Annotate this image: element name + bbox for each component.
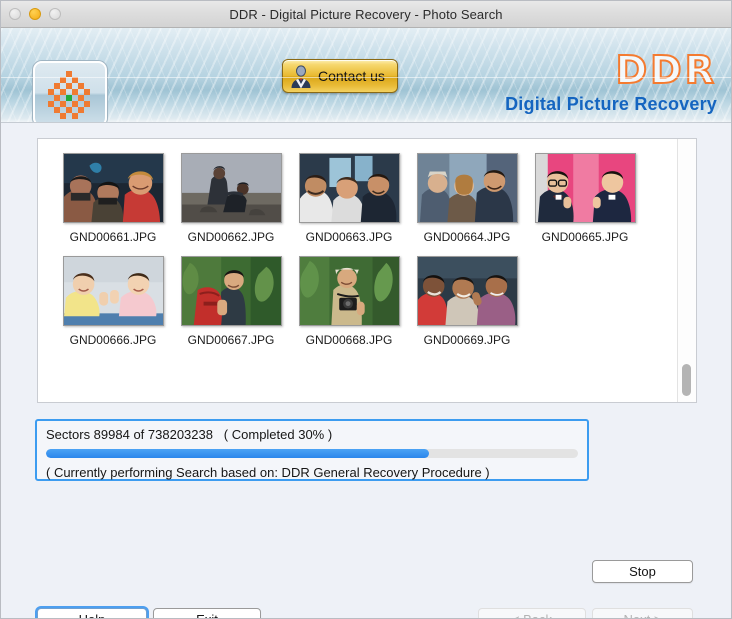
photo-filename: GND00668.JPG bbox=[305, 333, 393, 347]
photo-item[interactable]: GND00663.JPG bbox=[290, 153, 408, 244]
exit-button[interactable]: Exit bbox=[153, 608, 261, 618]
photo-filename: GND00666.JPG bbox=[69, 333, 157, 347]
person-icon bbox=[291, 64, 311, 88]
progress-sectors-label: Sectors 89984 of 738203238 ( Completed 3… bbox=[46, 427, 333, 442]
zoom-button[interactable] bbox=[49, 8, 61, 20]
next-button: Next > bbox=[592, 608, 693, 618]
photo-item[interactable]: GND00661.JPG bbox=[54, 153, 172, 244]
contact-us-label: Contact us bbox=[318, 68, 385, 84]
close-button[interactable] bbox=[9, 8, 21, 20]
photo-row: GND00666.JPG GND00667.JPG GND00668.JPG G… bbox=[38, 256, 679, 347]
progress-status-label: ( Currently performing Search based on: … bbox=[46, 465, 490, 480]
photo-filename: GND00664.JPG bbox=[423, 230, 511, 244]
stop-button[interactable]: Stop bbox=[592, 560, 693, 583]
photo-item[interactable]: GND00664.JPG bbox=[408, 153, 526, 244]
photo-item[interactable]: GND00667.JPG bbox=[172, 256, 290, 347]
photo-thumbnail[interactable] bbox=[62, 153, 164, 223]
help-button[interactable]: Help bbox=[37, 608, 147, 618]
photo-thumbnail[interactable] bbox=[416, 153, 518, 223]
photo-thumbnail[interactable] bbox=[180, 153, 282, 223]
photo-thumbnail[interactable] bbox=[534, 153, 636, 223]
photo-item[interactable]: GND00669.JPG bbox=[408, 256, 526, 347]
photo-results-panel: GND00661.JPG GND00662.JPG GND00663.JPG G… bbox=[37, 138, 697, 403]
minimize-button[interactable] bbox=[29, 8, 41, 20]
back-button: < Back bbox=[478, 608, 586, 618]
app-icon bbox=[33, 61, 107, 122]
window-controls bbox=[9, 1, 61, 27]
photo-grid: GND00661.JPG GND00662.JPG GND00663.JPG G… bbox=[38, 139, 679, 402]
photo-thumbnail[interactable] bbox=[180, 256, 282, 326]
photo-thumbnail[interactable] bbox=[62, 256, 164, 326]
progress-bar-fill bbox=[46, 449, 430, 458]
photo-filename: GND00663.JPG bbox=[305, 230, 393, 244]
title-bar: DDR - Digital Picture Recovery - Photo S… bbox=[1, 1, 731, 28]
application-window: DDR - Digital Picture Recovery - Photo S… bbox=[0, 0, 732, 619]
photo-thumbnail[interactable] bbox=[298, 256, 400, 326]
photo-filename: GND00667.JPG bbox=[187, 333, 275, 347]
brand-title: DDR bbox=[615, 48, 717, 92]
photo-filename: GND00669.JPG bbox=[423, 333, 511, 347]
photo-scrollbar[interactable] bbox=[677, 139, 696, 402]
brand-subtitle: Digital Picture Recovery bbox=[505, 94, 717, 114]
header-banner: Contact us DDR Digital Picture Recovery bbox=[1, 28, 731, 123]
photo-filename: GND00665.JPG bbox=[541, 230, 629, 244]
photo-thumbnail[interactable] bbox=[298, 153, 400, 223]
window-title: DDR - Digital Picture Recovery - Photo S… bbox=[229, 6, 503, 22]
photo-item-empty bbox=[526, 256, 644, 347]
brand-logo: DDR Digital Picture Recovery bbox=[505, 48, 717, 116]
photo-filename: GND00662.JPG bbox=[187, 230, 275, 244]
photo-item[interactable]: GND00666.JPG bbox=[54, 256, 172, 347]
photo-item[interactable]: GND00662.JPG bbox=[172, 153, 290, 244]
main-content: GND00661.JPG GND00662.JPG GND00663.JPG G… bbox=[1, 123, 731, 618]
photo-row: GND00661.JPG GND00662.JPG GND00663.JPG G… bbox=[38, 153, 679, 244]
contact-us-button[interactable]: Contact us bbox=[282, 59, 398, 93]
ddr-checkered-flower-icon bbox=[48, 71, 90, 119]
photo-scrollbar-thumb[interactable] bbox=[682, 364, 691, 396]
photo-thumbnail[interactable] bbox=[416, 256, 518, 326]
progress-panel: Sectors 89984 of 738203238 ( Completed 3… bbox=[35, 419, 589, 481]
photo-filename: GND00661.JPG bbox=[69, 230, 157, 244]
photo-item[interactable]: GND00665.JPG bbox=[526, 153, 644, 244]
progress-bar bbox=[46, 449, 578, 458]
photo-item[interactable]: GND00668.JPG bbox=[290, 256, 408, 347]
